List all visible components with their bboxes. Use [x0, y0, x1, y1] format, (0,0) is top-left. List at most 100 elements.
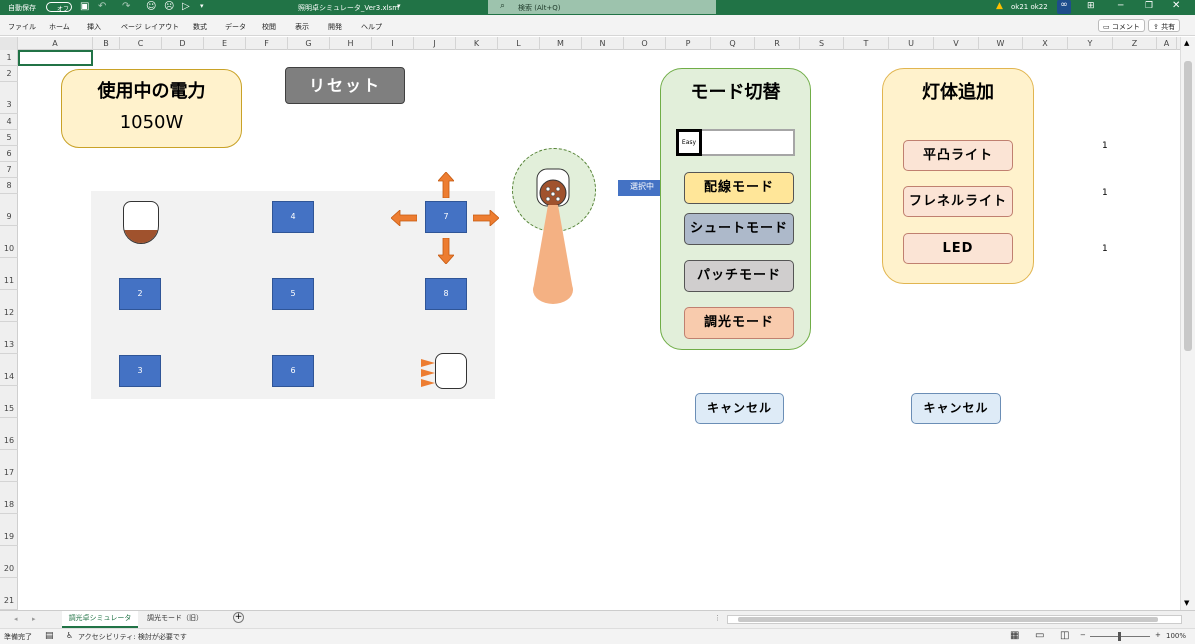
- tab-prev-icon[interactable]: ◂: [14, 615, 18, 623]
- column-header[interactable]: N: [582, 37, 624, 50]
- patch-mode-button[interactable]: パッチモード: [684, 260, 794, 292]
- ribbon-display-icon[interactable]: ⊞: [1087, 1, 1095, 11]
- selected-cell-a1[interactable]: [18, 50, 93, 66]
- column-header[interactable]: D: [162, 37, 204, 50]
- row-header[interactable]: 7: [0, 162, 18, 178]
- tab-simulator[interactable]: 調光卓シミュレータ: [62, 611, 138, 628]
- ribbon-tab-home[interactable]: ホーム: [49, 22, 70, 32]
- row-header[interactable]: 4: [0, 114, 18, 130]
- fixture-6[interactable]: 6: [272, 355, 314, 387]
- fixture-2[interactable]: 2: [119, 278, 161, 310]
- redo-icon[interactable]: ↷: [122, 1, 130, 12]
- row-header[interactable]: 10: [0, 226, 18, 258]
- column-header[interactable]: I: [372, 37, 414, 50]
- user-name[interactable]: ok21 ok22: [1011, 3, 1048, 11]
- autosave-toggle[interactable]: オフ: [46, 2, 72, 13]
- qat-menu-icon[interactable]: ▾: [200, 2, 204, 10]
- column-header[interactable]: W: [979, 37, 1023, 50]
- splitter-icon[interactable]: ⋮: [714, 614, 721, 622]
- fixture-8[interactable]: 8: [425, 278, 467, 310]
- side-lamp-icon[interactable]: [421, 353, 467, 389]
- column-header[interactable]: Y: [1068, 37, 1113, 50]
- accessibility-status[interactable]: アクセシビリティ: 検討が必要です: [78, 632, 187, 642]
- zoom-slider-thumb[interactable]: [1118, 632, 1121, 641]
- column-header[interactable]: J: [414, 37, 456, 50]
- save-icon[interactable]: ▣: [80, 1, 89, 12]
- lamp-fixture-icon[interactable]: [123, 201, 159, 244]
- cell-mode-icon[interactable]: ▤: [45, 631, 54, 641]
- smile-icon[interactable]: ☺: [146, 1, 156, 12]
- row-header[interactable]: 6: [0, 146, 18, 162]
- row-header[interactable]: 18: [0, 482, 18, 514]
- arrow-right-icon[interactable]: [473, 210, 499, 226]
- column-header[interactable]: K: [456, 37, 498, 50]
- row-header[interactable]: 3: [0, 82, 18, 114]
- column-header[interactable]: E: [204, 37, 246, 50]
- reset-button[interactable]: リセット: [285, 67, 405, 104]
- shoot-mode-button[interactable]: シュートモード: [684, 213, 794, 245]
- share-button[interactable]: ⇪ 共有: [1148, 19, 1181, 32]
- ribbon-tab-file[interactable]: ファイル: [8, 22, 36, 32]
- row-header[interactable]: 14: [0, 354, 18, 386]
- row-header[interactable]: 17: [0, 450, 18, 482]
- row-header[interactable]: 16: [0, 418, 18, 450]
- scroll-up-icon[interactable]: ▲: [1184, 39, 1189, 47]
- play-icon[interactable]: ▷: [182, 1, 190, 12]
- undo-icon[interactable]: ↶: [98, 1, 106, 12]
- ribbon-tab-review[interactable]: 校閲: [262, 22, 276, 32]
- vertical-scroll-thumb[interactable]: [1184, 61, 1192, 351]
- ribbon-tab-help[interactable]: ヘルプ: [361, 22, 382, 32]
- row-header[interactable]: 1: [0, 50, 18, 66]
- wiring-mode-button[interactable]: 配線モード: [684, 172, 794, 204]
- vertical-scrollbar[interactable]: ▲ ▼: [1180, 37, 1195, 610]
- normal-view-icon[interactable]: ▦: [1010, 630, 1019, 641]
- column-header[interactable]: R: [755, 37, 800, 50]
- zoom-in-icon[interactable]: +: [1155, 631, 1161, 639]
- row-header[interactable]: 5: [0, 130, 18, 146]
- fixture-4[interactable]: 4: [272, 201, 314, 233]
- column-header[interactable]: V: [934, 37, 979, 50]
- column-header[interactable]: Q: [711, 37, 755, 50]
- mode-input-value[interactable]: Easy: [676, 129, 702, 156]
- arrow-left-icon[interactable]: [391, 210, 417, 226]
- column-header[interactable]: C: [120, 37, 162, 50]
- arrow-up-icon[interactable]: [438, 172, 454, 198]
- page-break-view-icon[interactable]: ◫: [1060, 630, 1069, 641]
- column-header[interactable]: T: [844, 37, 889, 50]
- plano-convex-light-button[interactable]: 平凸ライト: [903, 140, 1013, 171]
- frown-icon[interactable]: ☹: [164, 1, 174, 12]
- zoom-level[interactable]: 100%: [1166, 632, 1186, 640]
- column-header[interactable]: X: [1023, 37, 1068, 50]
- column-header[interactable]: U: [889, 37, 934, 50]
- accessibility-icon[interactable]: ♿: [66, 631, 73, 640]
- row-header[interactable]: 20: [0, 546, 18, 578]
- column-header[interactable]: G: [288, 37, 330, 50]
- row-header[interactable]: 15: [0, 386, 18, 418]
- ribbon-tab-formulas[interactable]: 数式: [193, 22, 207, 32]
- ribbon-tab-developer[interactable]: 開発: [328, 22, 342, 32]
- column-header[interactable]: S: [800, 37, 844, 50]
- select-all-corner[interactable]: [0, 37, 18, 50]
- zoom-out-icon[interactable]: −: [1080, 631, 1086, 639]
- ribbon-tab-page-layout[interactable]: ページ レイアウト: [121, 22, 179, 32]
- scroll-down-icon[interactable]: ▼: [1184, 599, 1189, 607]
- tab-next-icon[interactable]: ▸: [32, 615, 36, 623]
- fresnel-light-button[interactable]: フレネルライト: [903, 186, 1013, 217]
- comment-button[interactable]: ▭ コメント: [1098, 19, 1145, 32]
- arrow-down-icon[interactable]: [438, 238, 454, 264]
- row-header[interactable]: 13: [0, 322, 18, 354]
- row-header[interactable]: 2: [0, 66, 18, 82]
- dimming-mode-button[interactable]: 調光モード: [684, 307, 794, 339]
- fixture-7[interactable]: 7: [425, 201, 467, 233]
- tab-dimming-old[interactable]: 調光モード（旧）: [142, 611, 208, 628]
- ribbon-tab-data[interactable]: データ: [225, 22, 246, 32]
- row-header[interactable]: 8: [0, 178, 18, 194]
- row-header[interactable]: 11: [0, 258, 18, 290]
- column-header[interactable]: M: [540, 37, 582, 50]
- horizontal-scroll-thumb[interactable]: [738, 617, 1158, 622]
- user-avatar-icon[interactable]: ∞: [1057, 0, 1071, 14]
- fixture-3[interactable]: 3: [119, 355, 161, 387]
- minimize-icon[interactable]: ─: [1118, 1, 1123, 11]
- row-header[interactable]: 21: [0, 578, 18, 610]
- fixture-5[interactable]: 5: [272, 278, 314, 310]
